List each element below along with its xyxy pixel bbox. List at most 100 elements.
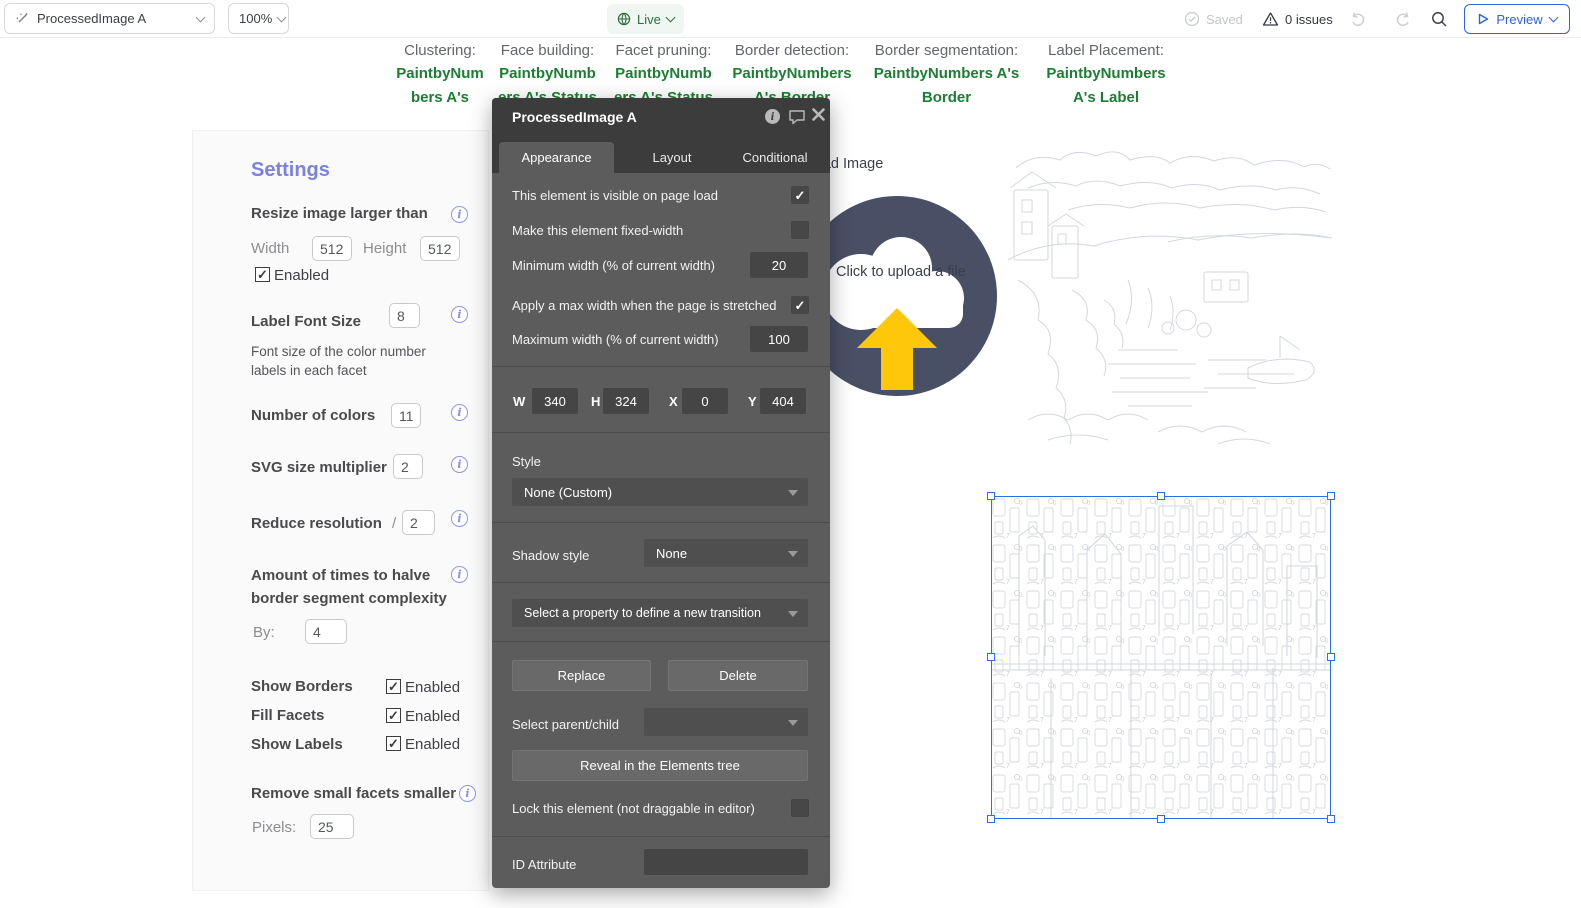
show-labels-checkbox[interactable]	[386, 736, 401, 751]
svg-size-multiplier-input[interactable]	[393, 454, 423, 479]
resize-handle-e[interactable]	[1327, 653, 1335, 661]
tab-layout[interactable]: Layout	[622, 142, 722, 173]
visible-on-load-checkbox[interactable]	[791, 186, 809, 204]
info-icon[interactable]	[451, 306, 468, 323]
info-icon[interactable]	[451, 510, 468, 527]
style-dropdown[interactable]: None (Custom)	[512, 478, 808, 506]
fill-facets-label: Fill Facets	[251, 707, 325, 724]
width-label: Width	[251, 240, 290, 257]
tab-appearance[interactable]: Appearance	[499, 142, 614, 173]
reduce-resolution-label: Reduce resolution	[251, 515, 382, 532]
pipeline-label: Clustering:	[404, 42, 476, 59]
y-input[interactable]	[760, 388, 806, 414]
x-input[interactable]	[682, 388, 728, 414]
reduce-resolution-prefix: /	[392, 515, 397, 532]
pipeline-label: Facet pruning:	[615, 42, 712, 59]
x-label: X	[669, 394, 678, 409]
shadow-style-dropdown[interactable]: None	[644, 539, 808, 567]
show-borders-checkbox[interactable]	[386, 679, 401, 694]
info-icon[interactable]: i	[764, 108, 782, 126]
resize-handle-w[interactable]	[987, 653, 995, 661]
min-width-input[interactable]	[750, 252, 808, 278]
info-icon[interactable]	[451, 404, 468, 421]
tab-conditional[interactable]: Conditional	[727, 142, 823, 173]
max-width-toggle-checkbox[interactable]	[791, 296, 809, 314]
reduce-resolution-input[interactable]	[402, 510, 435, 535]
selection-outline	[991, 496, 1331, 819]
resize-width-input[interactable]	[312, 236, 352, 261]
issues-indicator[interactable]: 0 issues	[1262, 11, 1333, 27]
reveal-elements-tree-button[interactable]: Reveal in the Elements tree	[512, 750, 808, 781]
chevron-down-icon	[788, 720, 798, 726]
chevron-down-icon	[1548, 12, 1559, 23]
by-label: By:	[253, 624, 275, 641]
fixed-width-label: Make this element fixed-width	[512, 223, 684, 238]
id-attribute-input[interactable]	[644, 849, 808, 875]
fill-facets-enabled-label: Enabled	[405, 708, 461, 725]
id-attribute-label: ID Attribute	[512, 857, 577, 872]
resize-handle-s[interactable]	[1157, 815, 1165, 823]
chevron-down-icon	[665, 12, 676, 23]
zoom-dropdown[interactable]: 100%	[228, 3, 289, 34]
remove-small-facets-input[interactable]	[310, 814, 354, 839]
pipeline-value: PaintbyNumbers A's Border	[873, 65, 1020, 106]
label-font-size-input[interactable]	[389, 303, 420, 328]
height-input[interactable]	[603, 388, 649, 414]
zoom-value: 100%	[239, 11, 273, 26]
info-icon[interactable]	[451, 206, 468, 223]
live-label: Live	[637, 11, 661, 27]
fixed-width-checkbox[interactable]	[791, 221, 809, 239]
max-width-input[interactable]	[750, 326, 808, 352]
parent-child-dropdown[interactable]	[644, 708, 808, 736]
resize-enabled-checkbox[interactable]	[255, 267, 270, 282]
element-selector-dropdown[interactable]: ProcessedImage A	[4, 3, 215, 34]
number-of-colors-input[interactable]	[391, 403, 421, 428]
preview-button[interactable]: Preview	[1464, 4, 1570, 34]
search-button[interactable]	[1430, 10, 1448, 28]
lock-element-checkbox[interactable]	[791, 799, 809, 817]
resize-handle-se[interactable]	[1327, 815, 1335, 823]
divider	[492, 641, 830, 642]
replace-button[interactable]: Replace	[512, 660, 651, 691]
divider	[492, 432, 830, 433]
fill-facets-checkbox[interactable]	[386, 708, 401, 723]
resize-handle-sw[interactable]	[987, 815, 995, 823]
max-width-label: Maximum width (% of current width)	[512, 332, 719, 347]
processed-image-landscape[interactable]	[1007, 130, 1333, 455]
visible-on-load-label: This element is visible on page load	[512, 188, 718, 203]
info-icon[interactable]	[459, 785, 476, 802]
settings-title: Settings	[251, 159, 330, 181]
label-font-size-help: Font size of the color number labels in …	[251, 344, 426, 378]
close-icon[interactable]	[812, 108, 830, 126]
property-editor-titlebar[interactable]: ProcessedImage A i	[492, 98, 830, 140]
halve-complexity-label-1: Amount of times to halve	[251, 567, 431, 584]
chevron-down-icon	[788, 490, 798, 496]
comment-icon[interactable]	[788, 108, 806, 126]
min-width-label: Minimum width (% of current width)	[512, 258, 715, 273]
redo-button[interactable]	[1394, 10, 1412, 28]
h-label: H	[591, 394, 601, 409]
resize-handle-ne[interactable]	[1327, 492, 1335, 500]
resize-enabled-label: Enabled	[274, 267, 330, 284]
live-environment-dropdown[interactable]: Live	[607, 4, 684, 34]
undo-button[interactable]	[1349, 10, 1367, 28]
resize-label: Resize image larger than	[251, 205, 428, 222]
label-font-size-label: Label Font Size	[251, 313, 362, 330]
play-icon	[1479, 13, 1489, 25]
divider	[492, 836, 830, 837]
pipeline-label: Border detection:	[734, 42, 850, 59]
saved-label: Saved	[1206, 11, 1243, 27]
resize-height-input[interactable]	[420, 236, 460, 261]
w-label: W	[513, 394, 526, 409]
info-icon[interactable]	[451, 456, 468, 473]
halve-complexity-input[interactable]	[305, 619, 347, 644]
width-input[interactable]	[532, 388, 578, 414]
resize-handle-n[interactable]	[1157, 492, 1165, 500]
delete-button[interactable]: Delete	[668, 660, 808, 691]
check-circle-icon	[1184, 11, 1200, 27]
shadow-style-label: Shadow style	[512, 548, 590, 563]
info-icon[interactable]	[451, 566, 468, 583]
resize-handle-nw[interactable]	[987, 492, 995, 500]
transition-dropdown[interactable]: Select a property to define a new transi…	[512, 599, 808, 627]
max-width-toggle-label: Apply a max width when the page is stret…	[512, 298, 777, 313]
